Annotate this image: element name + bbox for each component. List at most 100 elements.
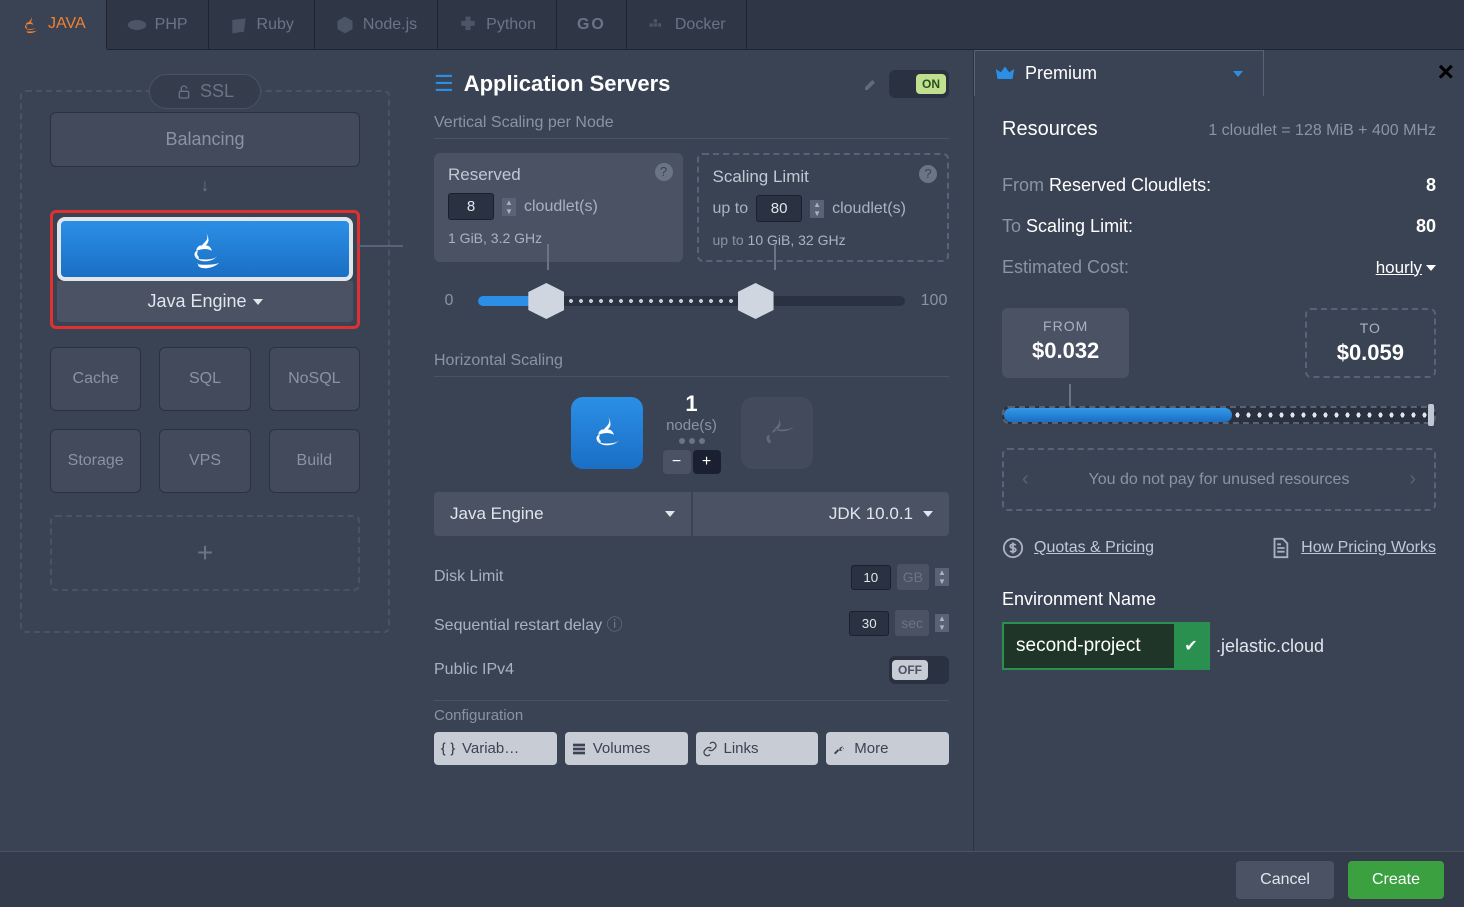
disk-spinner[interactable]: ▲▼ [935,568,949,586]
pricing-info-carousel: ‹ You do not pay for unused resources › [1002,448,1436,511]
engine-dropdown[interactable]: Java Engine [57,281,353,322]
disk-limit-label: Disk Limit [434,568,503,586]
links-button[interactable]: Links [696,732,819,765]
reserved-card: ? Reserved ▲▼ cloudlet(s) 1 GiB, 3.2 GHz [434,153,683,262]
java-app-server[interactable] [57,217,353,281]
tab-go[interactable]: GO [557,0,627,49]
reserved-input[interactable] [448,193,494,220]
server-toggle[interactable]: ON [889,70,949,98]
scaling-limit-card: ? Scaling Limit up to ▲▼ cloudlet(s) up … [697,153,950,262]
hscale-node-active [571,397,643,469]
app-server-node: Java Engine [50,210,360,329]
sql-node[interactable]: SQL [159,347,250,411]
toggle-on-label: ON [916,74,946,94]
help-icon[interactable]: ? [919,165,937,183]
restart-delay-label: Sequential restart delay ⓘ [434,611,623,635]
reserved-spinner[interactable]: ▲▼ [502,198,516,216]
limit-count: 80 [1416,216,1436,237]
tab-java[interactable]: JAVA [0,0,107,50]
volumes-icon [571,741,587,757]
nosql-node[interactable]: NoSQL [269,347,360,411]
disk-limit-input[interactable] [851,565,891,590]
pricing-works-link[interactable]: How Pricing Works [1269,537,1436,559]
ssl-toggle[interactable]: SSL [149,74,261,109]
env-name-label: Environment Name [1002,589,1436,610]
slider-track[interactable] [478,296,905,306]
slider-handle-reserved[interactable] [528,283,564,319]
cache-node[interactable]: Cache [50,347,141,411]
configuration-label: Configuration [434,707,949,724]
chevron-down-icon [1233,71,1243,77]
horizontal-scaling-label: Horizontal Scaling [434,352,949,377]
env-domain: .jelastic.cloud [1216,636,1324,657]
create-button[interactable]: Create [1348,861,1444,899]
increase-nodes[interactable]: + [693,450,721,474]
document-icon [1269,537,1291,559]
arrow-down-icon: ↓ [50,175,360,196]
help-icon[interactable]: ? [655,163,673,181]
dollar-icon [1002,537,1024,559]
volumes-button[interactable]: Volumes [565,732,688,765]
prev-info[interactable]: ‹ [1022,468,1029,491]
engine-select[interactable]: Java Engine [434,492,691,536]
language-tabs: JAVA PHP Ruby Node.js Python GO Docker [0,0,1464,50]
next-info[interactable]: › [1409,468,1416,491]
jdk-select[interactable]: JDK 10.0.1 [693,492,950,536]
tab-java-label: JAVA [48,15,86,33]
connector-line [357,245,403,247]
limit-input[interactable] [756,195,802,222]
braces-icon [440,741,456,757]
vps-node[interactable]: VPS [159,429,250,493]
ruby-icon [229,15,249,35]
tab-docker[interactable]: Docker [627,0,747,49]
ipv4-toggle[interactable]: OFF [889,656,949,684]
variables-button[interactable]: Variab… [434,732,557,765]
cost-slider [1002,406,1436,424]
close-button[interactable]: × [1438,56,1454,88]
go-icon: GO [577,16,606,34]
restart-spinner[interactable]: ▲▼ [935,614,949,632]
reserved-count: 8 [1426,175,1436,196]
quotas-link[interactable]: Quotas & Pricing [1002,537,1154,559]
edit-icon[interactable] [863,76,879,92]
topology-panel: SSL Balancing ↓ Java Engine Cache SQL No… [0,50,410,851]
unlock-icon [176,84,192,100]
wrench-icon [832,741,848,757]
cancel-button[interactable]: Cancel [1236,861,1334,899]
cloudlet-slider: 0 100 [434,276,949,326]
slider-handle-limit[interactable] [738,283,774,319]
crown-icon [995,64,1015,84]
add-node[interactable]: + [50,515,360,591]
more-button[interactable]: More [826,732,949,765]
hscale-node-inactive [741,397,813,469]
env-name-input[interactable] [1004,625,1174,667]
storage-node[interactable]: Storage [50,429,141,493]
link-icon [702,741,718,757]
vertical-scaling-label: Vertical Scaling per Node [434,114,949,139]
tab-ruby[interactable]: Ruby [209,0,315,49]
tab-python[interactable]: Python [438,0,557,49]
menu-icon[interactable]: ☰ [434,71,454,97]
decrease-nodes[interactable]: − [663,450,691,474]
chevron-down-icon [1426,265,1436,271]
tab-php[interactable]: PHP [107,0,209,49]
config-panel: ☰ Application Servers ON Vertical Scalin… [410,50,974,851]
resources-panel: × Premium Resources 1 cloudlet = 128 MiB… [974,50,1464,851]
php-icon [127,15,147,35]
java-icon [756,412,798,454]
balancing-node[interactable]: Balancing [50,112,360,167]
config-title: Application Servers [464,71,853,97]
restart-delay-input[interactable] [849,611,889,636]
chevron-down-icon [665,511,675,517]
limit-spinner[interactable]: ▲▼ [810,200,824,218]
chevron-down-icon [923,511,933,517]
cost-period-dropdown[interactable]: hourly [1376,258,1436,278]
premium-tab[interactable]: Premium [974,50,1264,96]
chevron-down-icon [253,299,263,305]
to-cost-card: TO $0.059 [1305,308,1436,378]
build-node[interactable]: Build [269,429,360,493]
java-icon [586,412,628,454]
tab-node[interactable]: Node.js [315,0,438,49]
resources-title: Resources [1002,118,1098,141]
help-icon[interactable]: ⓘ [607,617,623,634]
